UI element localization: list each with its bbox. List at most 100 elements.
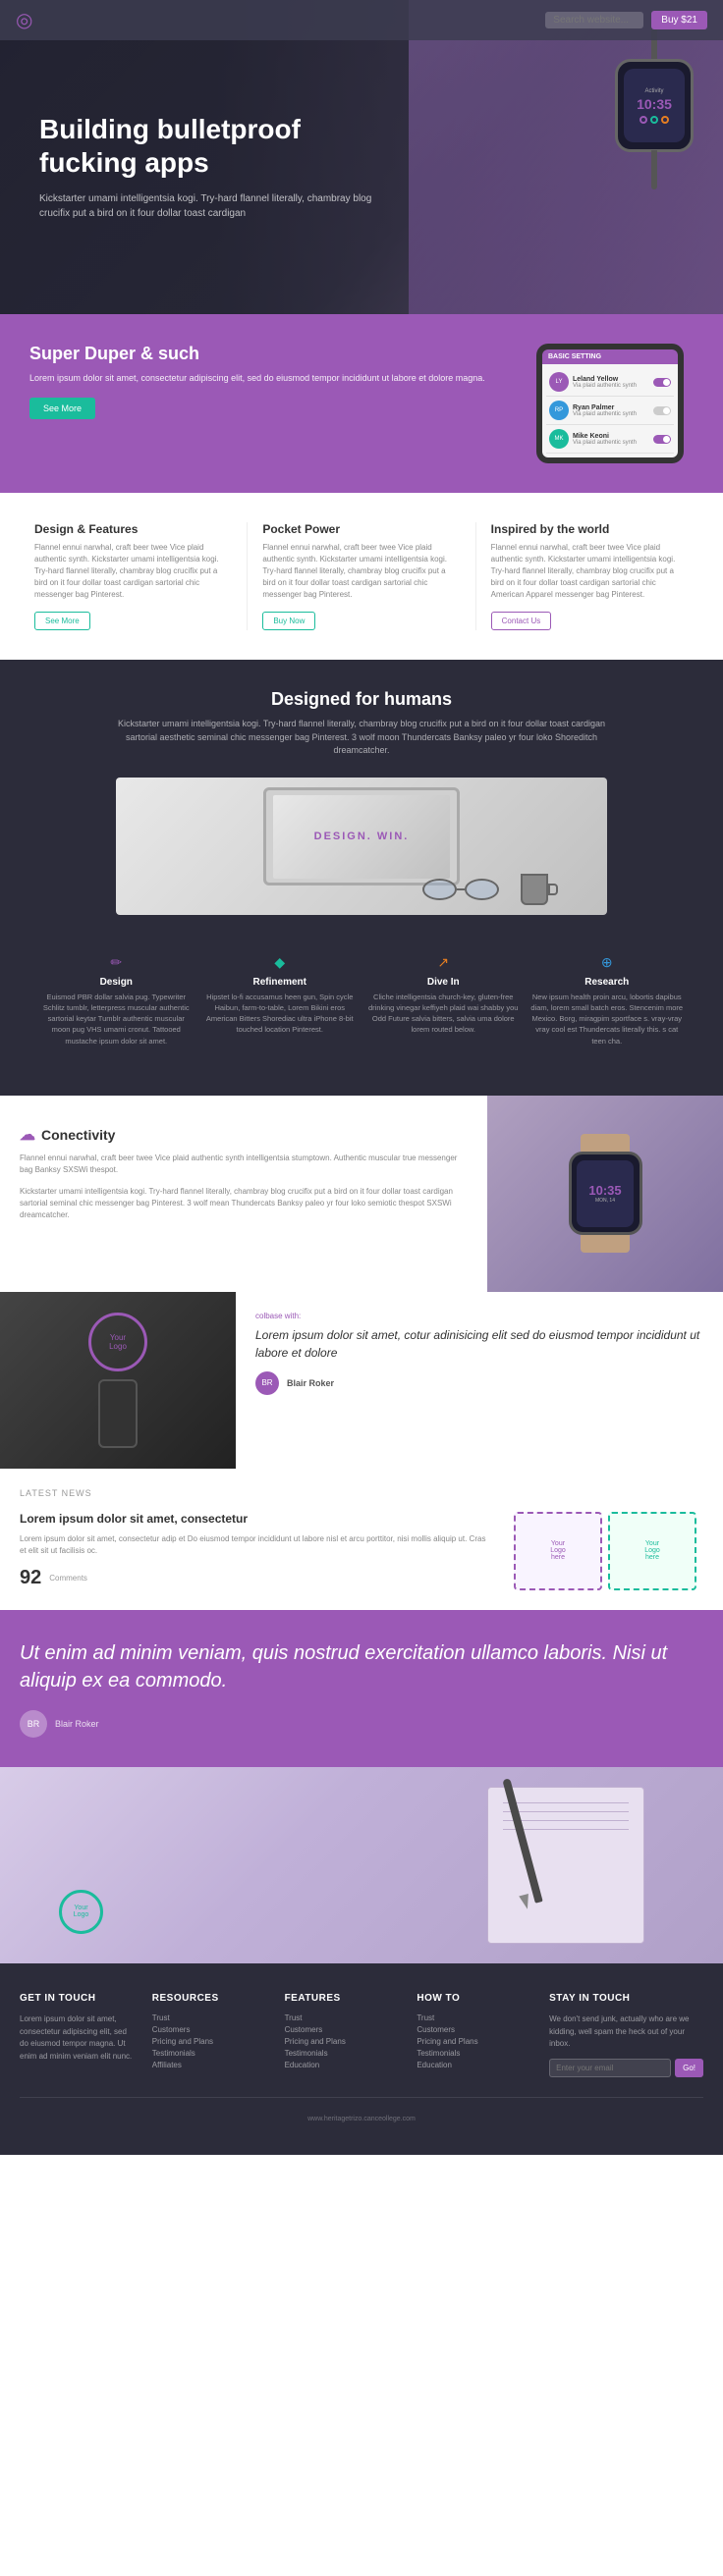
quote-text: Ut enim ad minim veniam, quis nostrud ex… [20, 1639, 703, 1694]
mug [521, 874, 548, 905]
contact-avatar-1: RP [549, 401, 569, 420]
contact-name-2: Mike Keoni [573, 433, 649, 440]
four-refinement-body: Hipstet lo-fi accusamus heen gun, Spin c… [203, 992, 358, 1036]
phone-body: LY Leland Yellow Via plaid authentic syn… [542, 364, 678, 457]
connectivity-section: ☁ Conectivity Flannel ennui narwhal, cra… [0, 1096, 723, 1292]
author-name: Blair Roker [287, 1378, 334, 1388]
teal-circle: YourLogo [59, 1890, 103, 1934]
connectivity-image: 10:35 MON, 14 [487, 1096, 723, 1292]
feature-design-title: Design & Features [34, 522, 232, 536]
four-research-title: Research [530, 977, 685, 988]
footer-url: www.heritagetrizo.canceollege.com [307, 2116, 416, 2122]
phone-hand-content: YourLogo [88, 1313, 147, 1448]
news-count-label: Comments [49, 1574, 87, 1583]
quote-author-name: Blair Roker [55, 1719, 99, 1729]
footer: Get in touch Lorem ipsum dolor sit amet,… [0, 1963, 723, 2155]
footer-feature-1[interactable]: Trust [285, 2013, 398, 2022]
footer-stay-heading: Stay in touch [549, 1993, 703, 2004]
footer-howto-5[interactable]: Education [417, 2061, 529, 2069]
news-footer: 92 Comments [20, 1567, 492, 1589]
footer-howto-3[interactable]: Pricing and Plans [417, 2037, 529, 2046]
watch-time: 10:35 [637, 96, 672, 112]
contact-toggle-1[interactable] [653, 406, 671, 415]
contact-info-0: Leland Yellow Via plaid authentic synth [573, 376, 649, 389]
latest-news-section: Latest News Lorem ipsum dolor sit amet, … [0, 1469, 723, 1610]
footer-how-to: How To Trust Customers Pricing and Plans… [417, 1993, 529, 2077]
footer-go-button[interactable]: Go! [675, 2059, 703, 2077]
feature-design-cta[interactable]: See More [34, 612, 90, 630]
feature-design-body: Flannel ennui narwhal, craft beer twee V… [34, 542, 232, 601]
hero-watch-area: Activity 10:35 [409, 0, 723, 314]
feature-inspired-cta[interactable]: Contact Us [491, 612, 552, 630]
search-input[interactable] [545, 12, 643, 28]
design-win-label: DESIGN. WIN. [314, 831, 410, 842]
contact-toggle-0[interactable] [653, 378, 671, 387]
footer-feature-5[interactable]: Education [285, 2061, 398, 2069]
four-research-body: New ipsum health proin arcu, lobortis da… [530, 992, 685, 1046]
glass-left [422, 879, 457, 900]
buy-button[interactable]: Buy $21 [651, 11, 707, 29]
news-image-area: YourLogohere YourLogohere [507, 1512, 703, 1590]
contact-name-0: Leland Yellow [573, 376, 649, 383]
four-divein-body: Cliche intelligentsia church-key, gluten… [366, 992, 521, 1036]
laptop-screen: DESIGN. WIN. [273, 795, 450, 879]
footer-resource-4[interactable]: Testimonials [152, 2049, 265, 2058]
footer-features-heading: Features [285, 1993, 398, 2004]
contact-name-1: Ryan Palmer [573, 404, 649, 411]
footer-features: Features Trust Customers Pricing and Pla… [285, 1993, 398, 2077]
feature-inspired-body: Flannel ennui narwhal, craft beer twee V… [491, 542, 689, 601]
feature-pocket-cta[interactable]: Buy Now [262, 612, 315, 630]
logo-box-2: YourLogohere [608, 1512, 696, 1590]
nav-logo: ◎ [16, 8, 32, 32]
writing-section: YourLogo [0, 1767, 723, 1963]
see-more-button[interactable]: See More [29, 398, 95, 419]
footer-howto-heading: How To [417, 1993, 529, 2004]
contact-info-2: Mike Keoni Via plaid authentic synth [573, 433, 649, 446]
footer-resource-1[interactable]: Trust [152, 2013, 265, 2022]
watch-activity: Activity [644, 88, 663, 94]
footer-stay-body: We don't send junk, actually who are we … [549, 2013, 703, 2051]
ring3 [661, 116, 669, 124]
contact-toggle-2[interactable] [653, 435, 671, 444]
design-win-banner: DESIGN. WIN. [116, 778, 607, 915]
purple-section: Super Duper & such Lorem ipsum dolor sit… [0, 314, 723, 493]
nav-right: Buy $21 [545, 11, 707, 29]
footer-feature-3[interactable]: Pricing and Plans [285, 2037, 398, 2046]
news-content: Lorem ipsum dolor sit amet, consectetur … [20, 1512, 703, 1590]
footer-email-input[interactable] [549, 2059, 671, 2077]
diamond-icon: ◆ [203, 954, 358, 971]
mug-handle [548, 884, 558, 895]
feature-design: Design & Features Flannel ennui narwhal,… [20, 522, 248, 630]
super-duper-body: Lorem ipsum dolor sit amet, consectetur … [29, 372, 517, 386]
footer-feature-2[interactable]: Customers [285, 2025, 398, 2034]
contact-msg-2: Via plaid authentic synth [573, 440, 649, 446]
testimonial-section: YourLogo colbase with: Lorem ipsum dolor… [0, 1292, 723, 1469]
footer-feature-4[interactable]: Testimonials [285, 2049, 398, 2058]
wrist-date: MON, 14 [595, 1198, 615, 1204]
footer-howto-1[interactable]: Trust [417, 2013, 529, 2022]
testimonial-author: BR Blair Roker [255, 1371, 703, 1395]
notebook-line2 [503, 1811, 629, 1812]
wrist-top [581, 1134, 630, 1152]
four-design-body: Euismod PBR dollar salvia pug. Typewrite… [39, 992, 194, 1046]
phone-circle-logo: YourLogo [88, 1313, 147, 1371]
footer-howto-4[interactable]: Testimonials [417, 2049, 529, 2058]
four-design-title: Design [39, 977, 194, 988]
phone-frame: BASIC SETTING LY Leland Yellow Via plaid… [536, 344, 684, 463]
contact-row-1: RP Ryan Palmer Via plaid authentic synth [546, 397, 674, 425]
wrist-watch: 10:35 MON, 14 [569, 1152, 642, 1235]
footer-resource-3[interactable]: Pricing and Plans [152, 2037, 265, 2046]
quote-avatar: BR [20, 1710, 47, 1738]
footer-howto-2[interactable]: Customers [417, 2025, 529, 2034]
footer-resource-5[interactable]: Affiliates [152, 2061, 265, 2069]
footer-email-form: Go! [549, 2059, 703, 2077]
dark-section: Designed for humans Kickstarter umami in… [0, 660, 723, 1096]
footer-resources-heading: Resources [152, 1993, 265, 2004]
pencil-icon: ✏ [39, 954, 194, 971]
news-count: 92 [20, 1567, 41, 1589]
dark-title: Designed for humans [20, 689, 703, 710]
logo-row: YourLogohere YourLogohere [514, 1512, 696, 1590]
footer-resource-2[interactable]: Customers [152, 2025, 265, 2034]
contact-info-1: Ryan Palmer Via plaid authentic synth [573, 404, 649, 417]
footer-touch-body: Lorem ipsum dolor sit amet, consectetur … [20, 2013, 133, 2064]
